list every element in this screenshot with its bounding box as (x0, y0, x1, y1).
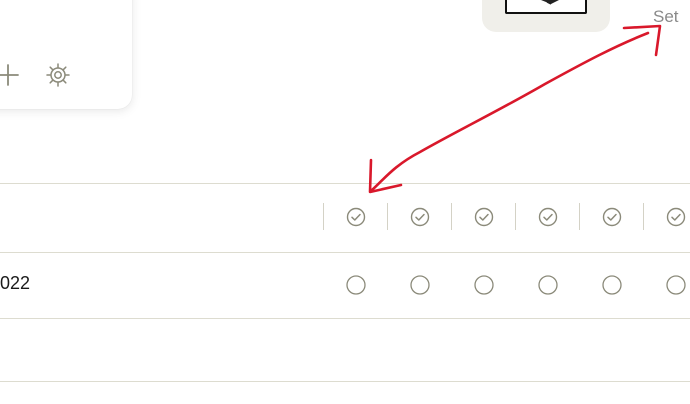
header-divider (0, 252, 690, 253)
column-separator (323, 203, 324, 230)
row-divider (0, 381, 690, 382)
floating-card (0, 0, 132, 109)
row-check-cell[interactable] (409, 274, 431, 296)
column-separator (643, 203, 644, 230)
check-circle-icon (346, 207, 366, 227)
row-check-cell[interactable] (345, 274, 367, 296)
check-circle-icon (410, 207, 430, 227)
pencil-sketch-icon (541, 0, 559, 5)
row-check-cell[interactable] (601, 274, 623, 296)
gear-icon (46, 63, 70, 87)
row-divider (0, 318, 690, 319)
empty-circle-icon (410, 275, 430, 295)
settings-button[interactable] (44, 61, 72, 89)
empty-circle-icon (538, 275, 558, 295)
table-top-divider (0, 183, 690, 184)
column-header-check[interactable] (473, 206, 495, 228)
set-button[interactable]: Set (653, 7, 679, 27)
plus-icon (0, 64, 19, 86)
row-label: 022 (0, 273, 31, 293)
column-separator (515, 203, 516, 230)
empty-circle-icon (474, 275, 494, 295)
column-header-check[interactable] (537, 206, 559, 228)
thumbnail-preview (505, 0, 587, 14)
empty-circle-icon (346, 275, 366, 295)
check-circle-icon (602, 207, 622, 227)
empty-circle-icon (602, 275, 622, 295)
column-header-check[interactable] (601, 206, 623, 228)
column-header-check[interactable] (665, 206, 687, 228)
row-check-cell[interactable] (665, 274, 687, 296)
column-header-check[interactable] (409, 206, 431, 228)
column-separator (387, 203, 388, 230)
row-check-cell[interactable] (473, 274, 495, 296)
column-separator (451, 203, 452, 230)
empty-circle-icon (666, 275, 686, 295)
row-check-cell[interactable] (537, 274, 559, 296)
check-circle-icon (538, 207, 558, 227)
check-circle-icon (474, 207, 494, 227)
check-circle-icon (666, 207, 686, 227)
thumbnail-container[interactable] (482, 0, 610, 32)
add-button[interactable] (0, 61, 22, 89)
column-separator (579, 203, 580, 230)
column-header-check[interactable] (345, 206, 367, 228)
